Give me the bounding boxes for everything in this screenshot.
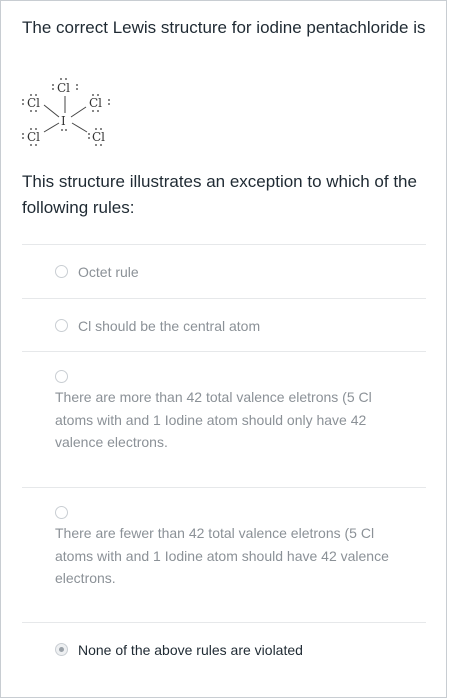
question-card: The correct Lewis structure for iodine p…	[0, 0, 447, 698]
option-label: Cl should be the central atom	[78, 318, 261, 334]
answer-option-fewer-than-42[interactable]: There are fewer than 42 total valence el…	[55, 506, 415, 596]
radio-button-selected[interactable]	[55, 643, 68, 656]
lewis-structure-diagram: I Cl Cl Cl Cl Cl	[19, 77, 129, 151]
answer-option-more-than-42[interactable]: There are more than 42 total valence ele…	[55, 370, 415, 460]
atom-cl-lower-right: Cl	[92, 130, 105, 144]
option-label: There are fewer than 42 total valence el…	[55, 525, 389, 586]
atom-iodine: I	[61, 114, 66, 128]
bond-right	[70, 106, 87, 118]
option-label: None of the above rules are violated	[78, 642, 303, 658]
answer-option-none-violated[interactable]: None of the above rules are violated	[55, 641, 415, 663]
divider	[22, 622, 426, 623]
answer-option-octet-rule[interactable]: Octet rule	[55, 263, 415, 285]
divider	[22, 298, 426, 299]
atom-cl-top: Cl	[57, 81, 70, 95]
atom-cl-left: Cl	[27, 96, 40, 110]
option-label: Octet rule	[78, 264, 139, 280]
radio-button[interactable]	[55, 370, 68, 383]
radio-button[interactable]	[55, 319, 68, 332]
radio-button[interactable]	[55, 506, 68, 519]
bond-left	[43, 104, 60, 118]
answer-option-cl-central[interactable]: Cl should be the central atom	[55, 317, 415, 339]
bond-lower-right	[71, 122, 88, 133]
instruction-text: This structure illustrates an exception …	[22, 172, 417, 217]
divider	[22, 351, 426, 352]
question-text: The correct Lewis structure for iodine p…	[22, 18, 426, 37]
bond-lower-left	[43, 122, 60, 133]
radio-button[interactable]	[55, 265, 68, 278]
divider	[22, 244, 426, 245]
divider	[22, 487, 426, 488]
atom-cl-lower-left: Cl	[27, 130, 40, 144]
option-label: There are more than 42 total valence ele…	[55, 389, 372, 450]
atom-cl-right: Cl	[89, 96, 102, 110]
